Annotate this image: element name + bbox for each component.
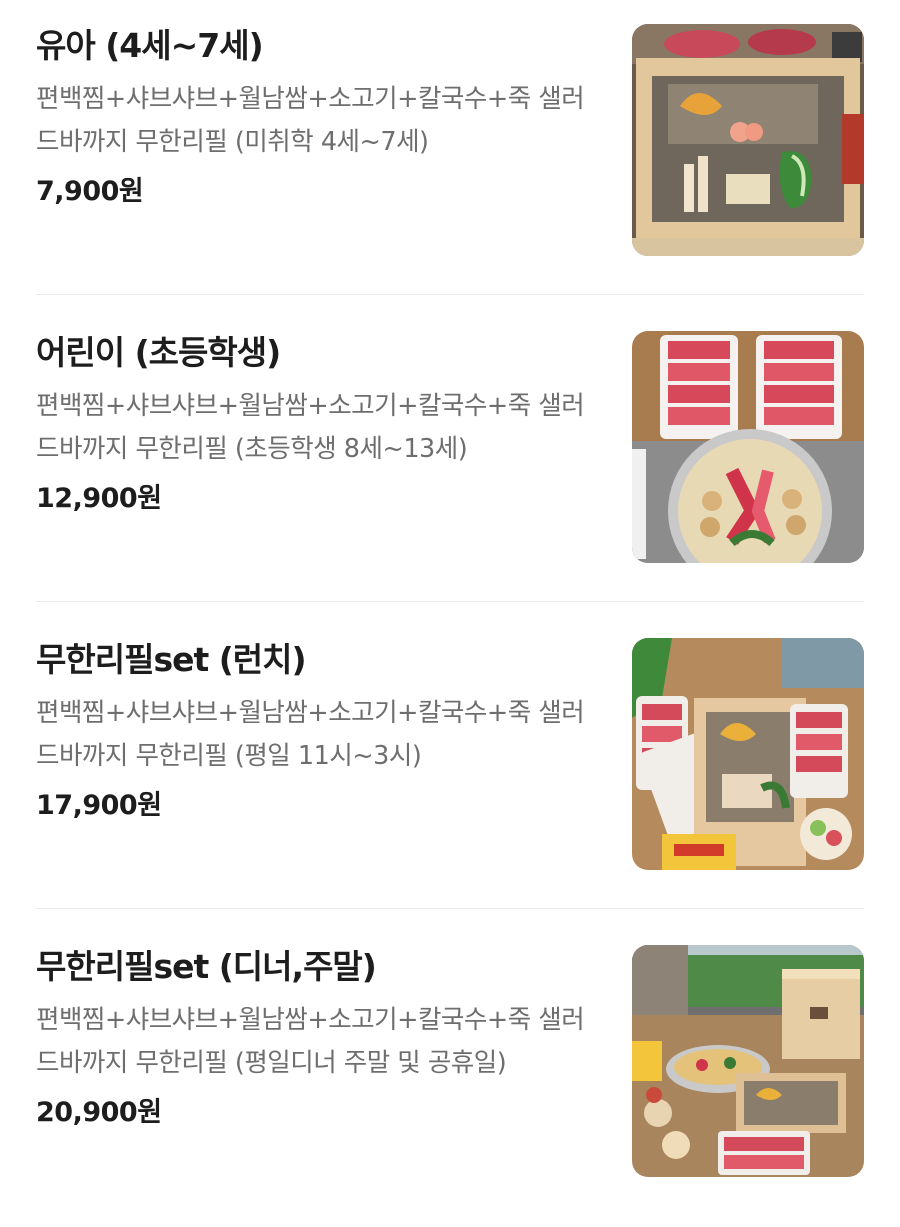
menu-item-photo[interactable] [632, 24, 864, 256]
menu-item[interactable]: 무한리필set (런치) 편백찜+샤브샤브+월남쌈+소고기+칼국수+죽 샐러드바… [0, 614, 900, 920]
divider [36, 908, 864, 909]
menu-item-text: 무한리필set (런치) 편백찜+샤브샤브+월남쌈+소고기+칼국수+죽 샐러드바… [36, 634, 606, 828]
menu-item-text: 어린이 (초등학생) 편백찜+샤브샤브+월남쌈+소고기+칼국수+죽 샐러드바까지… [36, 327, 606, 521]
menu-item-name: 유아 (4세~7세) [36, 26, 264, 65]
menu-item-name: 무한리필set (런치) [36, 640, 307, 679]
menu-item[interactable]: 유아 (4세~7세) 편백찜+샤브샤브+월남쌈+소고기+칼국수+죽 샐러드바까지… [0, 0, 900, 306]
menu-item-text: 무한리필set (디너,주말) 편백찜+샤브샤브+월남쌈+소고기+칼국수+죽 샐… [36, 941, 606, 1135]
menu-item-photo[interactable] [632, 638, 864, 870]
menu-item-name: 어린이 (초등학생) [36, 333, 281, 372]
menu-item-price: 7,900원 [36, 176, 144, 207]
menu-item-name: 무한리필set (디너,주말) [36, 947, 377, 986]
menu-list: 유아 (4세~7세) 편백찜+샤브샤브+월남쌈+소고기+칼국수+죽 샐러드바까지… [0, 0, 900, 1212]
menu-item[interactable]: 어린이 (초등학생) 편백찜+샤브샤브+월남쌈+소고기+칼국수+죽 샐러드바까지… [0, 307, 900, 613]
divider [36, 294, 864, 295]
lunch-set-photo [632, 638, 864, 870]
menu-item-price: 12,900원 [36, 483, 162, 514]
menu-item-photo[interactable] [632, 331, 864, 563]
menu-item-photo[interactable] [632, 945, 864, 1177]
menu-item-text: 유아 (4세~7세) 편백찜+샤브샤브+월남쌈+소고기+칼국수+죽 샐러드바까지… [36, 20, 606, 214]
menu-item-description: 편백찜+샤브샤브+월남쌈+소고기+칼국수+죽 샐러드바까지 무한리필 (평일디너… [36, 1005, 585, 1078]
steamed-box-photo [632, 24, 864, 256]
menu-item-description: 편백찜+샤브샤브+월남쌈+소고기+칼국수+죽 샐러드바까지 무한리필 (미취학 … [36, 84, 585, 157]
divider [36, 601, 864, 602]
menu-item-description: 편백찜+샤브샤브+월남쌈+소고기+칼국수+죽 샐러드바까지 무한리필 (평일 1… [36, 698, 585, 771]
menu-item-price: 20,900원 [36, 1097, 162, 1128]
menu-item-description: 편백찜+샤브샤브+월남쌈+소고기+칼국수+죽 샐러드바까지 무한리필 (초등학생… [36, 391, 585, 464]
menu-item-price: 17,900원 [36, 790, 162, 821]
menu-item[interactable]: 무한리필set (디너,주말) 편백찜+샤브샤브+월남쌈+소고기+칼국수+죽 샐… [0, 921, 900, 1227]
shabu-pot-photo [632, 331, 864, 563]
dinner-set-photo [632, 945, 864, 1177]
